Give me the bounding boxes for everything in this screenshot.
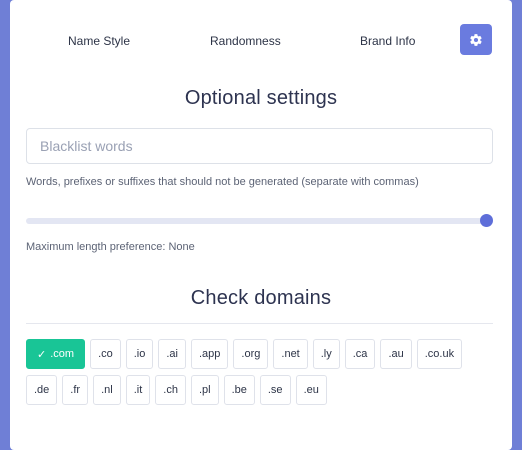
domain-chip-fr[interactable]: .fr: [62, 375, 89, 405]
domain-chip-ch[interactable]: .ch: [155, 375, 186, 405]
domain-chip-se[interactable]: .se: [259, 375, 291, 405]
domain-chip-eu[interactable]: .eu: [295, 375, 327, 405]
domain-chip-pl[interactable]: .pl: [190, 375, 219, 405]
domain-chip-co[interactable]: .co: [90, 339, 121, 369]
check-domains-heading: Check domains: [190, 287, 332, 309]
domain-chip-label: .co.uk: [424, 348, 455, 360]
domain-chip-label: .org: [241, 348, 261, 360]
domain-chip-label: .ai: [166, 348, 178, 360]
tab-name-style[interactable]: Name Style: [68, 34, 130, 48]
domain-chip-be[interactable]: .be: [223, 375, 255, 405]
domain-row: ✓ .com .co .io .ai .app .org .net .ly .ca .au .co.u…: [26, 339, 496, 369]
divider: [26, 323, 493, 324]
domain-chip-au[interactable]: .au: [380, 339, 412, 369]
max-length-slider[interactable]: [26, 218, 492, 224]
domain-chip-ca[interactable]: .ca: [344, 339, 376, 369]
domain-chip-label: .be: [231, 384, 247, 396]
gear-icon: [470, 33, 482, 46]
domain-chip-app[interactable]: .app: [191, 339, 229, 369]
domain-chip-io[interactable]: .io: [125, 339, 154, 369]
tab-brand-info[interactable]: Brand Info: [360, 34, 415, 48]
domain-chip-nl[interactable]: .nl: [93, 375, 121, 405]
max-length-label: Maximum length preference: None: [26, 241, 195, 253]
domain-chip-label: .au: [388, 348, 404, 360]
domain-chip-label: .io: [133, 348, 146, 360]
tab-bar: Name Style Randomness Brand Info: [10, 24, 512, 58]
domain-chip-label: .co: [98, 348, 113, 360]
domain-chip-label: .fr: [70, 384, 81, 396]
domain-chip-label: .de: [34, 384, 50, 396]
domain-chip-com[interactable]: ✓ .com: [26, 339, 86, 369]
domain-chip-ly[interactable]: .ly: [312, 339, 340, 369]
domain-chip-label: .ly: [320, 348, 332, 360]
domain-chip-label: .net: [281, 348, 300, 360]
check-icon: ✓: [37, 348, 47, 361]
blacklist-help-text: Words, prefixes or suffixes that should …: [26, 176, 419, 188]
domain-chip-it[interactable]: .it: [125, 375, 151, 405]
settings-panel: Name Style Randomness Brand Info Optiona…: [10, 0, 512, 450]
domain-chip-org[interactable]: .org: [233, 339, 269, 369]
domain-row: .de .fr .nl .it .ch .pl .be .se .eu: [26, 375, 496, 405]
domain-chip-co-uk[interactable]: .co.uk: [416, 339, 463, 369]
settings-button[interactable]: [460, 24, 492, 55]
domain-chip-label: .com: [50, 348, 75, 360]
domain-chip-ai[interactable]: .ai: [158, 339, 186, 369]
domain-chip-label: .ca: [352, 348, 368, 360]
blacklist-input[interactable]: [26, 128, 493, 164]
max-length-slider-handle[interactable]: [480, 214, 493, 227]
domain-chip-net[interactable]: .net: [273, 339, 308, 369]
domain-chip-label: .se: [267, 384, 283, 396]
tab-randomness[interactable]: Randomness: [210, 34, 281, 48]
domain-chip-de[interactable]: .de: [26, 375, 58, 405]
domain-chip-label: .nl: [101, 384, 113, 396]
domain-chip-label: .eu: [303, 384, 319, 396]
domain-chip-label: .app: [199, 348, 221, 360]
optional-settings-heading: Optional settings: [184, 87, 338, 109]
domain-chip-label: .it: [133, 384, 143, 396]
domain-chip-label: .ch: [163, 384, 178, 396]
domain-chip-label: .pl: [198, 384, 211, 396]
domain-list: ✓ .com .co .io .ai .app .org .net .ly .ca .au .co.u…: [26, 339, 496, 411]
